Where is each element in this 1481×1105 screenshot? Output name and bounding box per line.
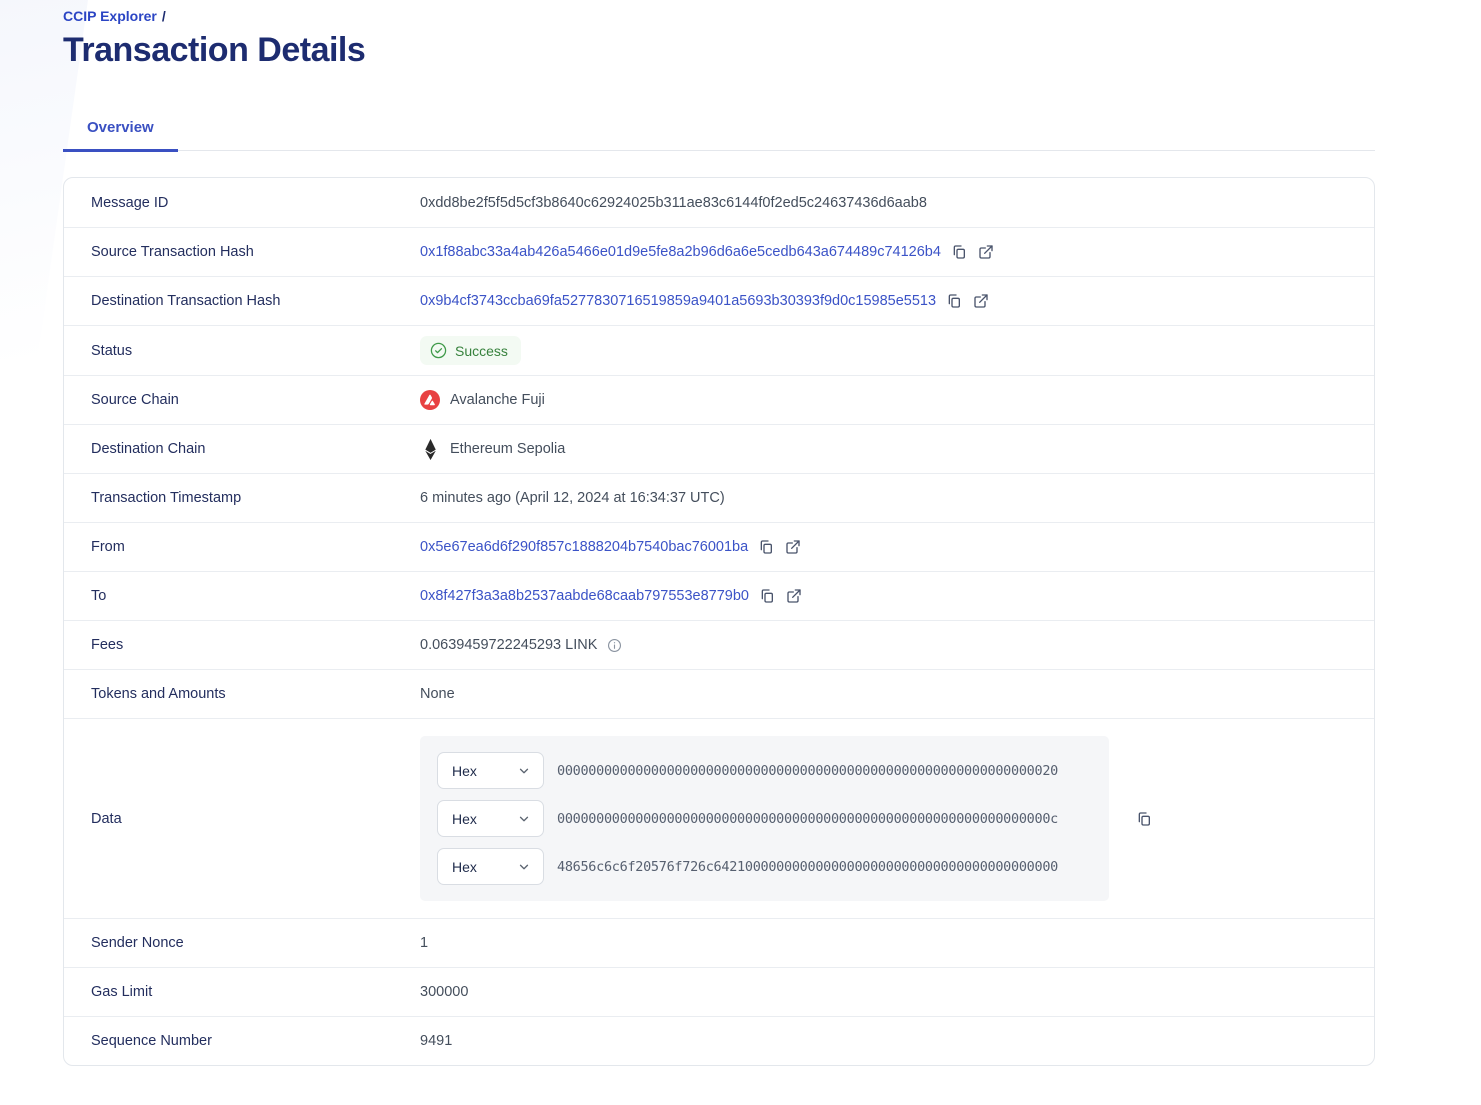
external-link-icon[interactable]	[784, 538, 802, 556]
data-line: Hex 000000000000000000000000000000000000…	[437, 752, 1092, 789]
field-label: Status	[91, 342, 133, 359]
table-row-status: Status Success	[64, 325, 1374, 375]
encoding-select[interactable]: Hex	[437, 848, 544, 885]
copy-icon[interactable]	[945, 292, 963, 310]
copy-icon[interactable]	[758, 587, 776, 605]
table-row-message-id: Message ID 0xdd8be2f5f5d5cf3b8640c629240…	[64, 178, 1374, 227]
table-row-tokens-and-amounts: Tokens and Amounts None	[64, 669, 1374, 718]
chevron-down-icon	[517, 860, 531, 874]
status-text: Success	[455, 342, 508, 359]
info-icon[interactable]	[607, 638, 622, 653]
field-label: Gas Limit	[91, 984, 153, 1000]
copy-icon[interactable]	[950, 243, 968, 261]
source-chain-value: Avalanche Fuji	[420, 390, 545, 410]
table-row-sender-nonce: Sender Nonce 1	[64, 918, 1374, 967]
table-row-source-chain: Source Chain Avalanche Fuji	[64, 375, 1374, 424]
table-row-fees: Fees 0.0639459722245293 LINK	[64, 620, 1374, 669]
tab-bar: Overview	[63, 119, 1375, 152]
tab-overview[interactable]: Overview	[63, 119, 178, 152]
avalanche-fuji-icon	[420, 390, 440, 410]
table-row-dest-tx-hash: Destination Transaction Hash 0x9b4cf3743…	[64, 276, 1374, 325]
field-label: Data	[91, 810, 122, 827]
field-label: To	[91, 588, 107, 604]
table-row-source-tx-hash: Source Transaction Hash 0x1f88abc33a4ab4…	[64, 227, 1374, 276]
sequence-number-value: 9491	[420, 1033, 453, 1049]
encoding-select[interactable]: Hex	[437, 800, 544, 837]
field-label: From	[91, 539, 125, 555]
encoding-select-value: Hex	[452, 762, 477, 779]
table-row-dest-chain: Destination Chain Ethereum Sepolia	[64, 424, 1374, 473]
data-hex-panel: Hex 000000000000000000000000000000000000…	[420, 736, 1109, 901]
sender-nonce-value: 1	[420, 935, 429, 951]
table-row-timestamp: Transaction Timestamp 6 minutes ago (Apr…	[64, 473, 1374, 522]
field-label: Fees	[91, 637, 124, 653]
field-label: Source Chain	[91, 392, 179, 408]
transaction-detail-table: Message ID 0xdd8be2f5f5d5cf3b8640c629240…	[63, 177, 1375, 1066]
table-row-data: Data Hex 0000000000000000000000000000000…	[64, 718, 1374, 918]
field-label: Sender Nonce	[91, 935, 184, 951]
fees-value: 0.0639459722245293 LINK	[420, 637, 598, 653]
timestamp-value: 6 minutes ago (April 12, 2024 at 16:34:3…	[420, 490, 725, 506]
encoding-select[interactable]: Hex	[437, 752, 544, 789]
hex-data-line: 48656c6c6f20576f726c64210000000000000000…	[557, 858, 1058, 875]
external-link-icon[interactable]	[977, 243, 995, 261]
page-title: Transaction Details	[63, 31, 366, 69]
breadcrumb: CCIP Explorer /	[63, 8, 1375, 24]
dest-chain-value: Ethereum Sepolia	[420, 438, 566, 460]
to-address-link[interactable]: 0x8f427f3a3a8b2537aabde68caab797553e8779…	[420, 588, 749, 604]
check-circle-icon	[430, 342, 447, 359]
breadcrumb-ccip-explorer-link[interactable]: CCIP Explorer	[63, 8, 157, 24]
table-row-to: To 0x8f427f3a3a8b2537aabde68caab797553e8…	[64, 571, 1374, 620]
gas-limit-value: 300000	[420, 984, 469, 1000]
field-label: Tokens and Amounts	[91, 686, 226, 702]
chevron-down-icon	[517, 764, 531, 778]
chevron-down-icon	[517, 812, 531, 826]
dest-chain-name: Ethereum Sepolia	[450, 441, 566, 457]
external-link-icon[interactable]	[785, 587, 803, 605]
data-line: Hex 000000000000000000000000000000000000…	[437, 800, 1092, 837]
table-row-from: From 0x5e67ea6d6f290f857c1888204b7540bac…	[64, 522, 1374, 571]
external-link-icon[interactable]	[972, 292, 990, 310]
data-line: Hex 48656c6c6f20576f726c6421000000000000…	[437, 848, 1092, 885]
copy-icon[interactable]	[757, 538, 775, 556]
message-id-value: 0xdd8be2f5f5d5cf3b8640c62924025b311ae83c…	[420, 194, 927, 211]
field-label: Transaction Timestamp	[91, 490, 242, 506]
from-address-link[interactable]: 0x5e67ea6d6f290f857c1888204b7540bac76001…	[420, 539, 748, 555]
ethereum-icon	[420, 438, 440, 460]
transaction-details-page: CCIP Explorer / Transaction Details Overv…	[63, 0, 1375, 1066]
field-label: Destination Chain	[91, 441, 206, 457]
dest-tx-hash-link[interactable]: 0x9b4cf3743ccba69fa5277830716519859a9401…	[420, 293, 936, 309]
table-row-gas-limit: Gas Limit 300000	[64, 967, 1374, 1016]
encoding-select-value: Hex	[452, 810, 477, 827]
copy-icon[interactable]	[1135, 810, 1153, 828]
field-label: Destination Transaction Hash	[91, 293, 281, 309]
encoding-select-value: Hex	[452, 858, 477, 875]
hex-data-line: 0000000000000000000000000000000000000000…	[557, 810, 1058, 827]
breadcrumb-separator: /	[161, 8, 166, 24]
field-label: Message ID	[91, 194, 169, 211]
field-label: Source Transaction Hash	[91, 244, 254, 260]
source-tx-hash-link[interactable]: 0x1f88abc33a4ab426a5466e01d9e5fe8a2b96d6…	[420, 244, 941, 260]
status-badge: Success	[420, 336, 521, 365]
source-chain-name: Avalanche Fuji	[450, 392, 545, 408]
hex-data-line: 0000000000000000000000000000000000000000…	[557, 762, 1058, 779]
tokens-and-amounts-value: None	[420, 686, 455, 702]
table-row-sequence-number: Sequence Number 9491	[64, 1016, 1374, 1065]
field-label: Sequence Number	[91, 1033, 212, 1049]
